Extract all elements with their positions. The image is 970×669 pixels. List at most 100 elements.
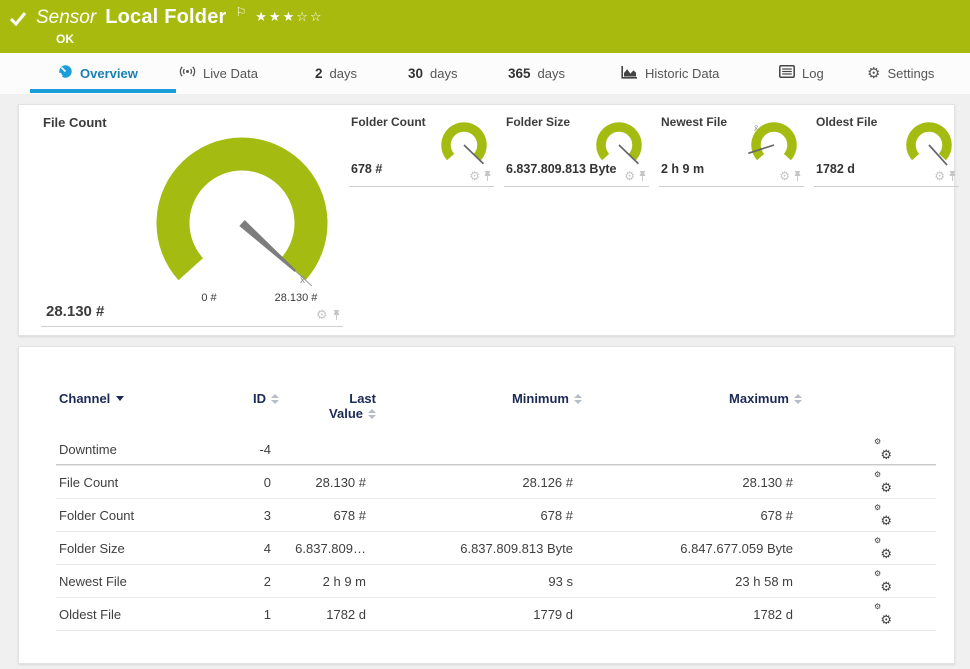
tab-2-days-number: 2: [315, 65, 323, 81]
channel-id: 4: [263, 541, 271, 556]
primary-gauge-value: 28.130 #: [46, 303, 105, 320]
page-title: Local Folder: [105, 6, 227, 28]
pin-icon[interactable]: [332, 309, 341, 321]
log-list-icon: [779, 65, 795, 81]
sort-icon: [794, 393, 802, 404]
pin-icon[interactable]: [793, 170, 802, 182]
mini-gauge-value: 1782 d: [816, 162, 855, 176]
table-row-folder-size[interactable]: Folder Size 4 6.837.809… 6.837.809.813 B…: [19, 532, 956, 565]
newest-file-gauge: [748, 122, 797, 161]
gauge-scale-max: 28.130 #: [274, 292, 318, 304]
table-body: Downtime -4 ⚙ ⚙ File Count 0 28.130 # 28.…: [19, 433, 956, 631]
tab-overview[interactable]: Overview: [58, 53, 138, 93]
mini-gauge-value: 2 h 9 m: [661, 162, 705, 176]
maximum-value: 1782 d: [753, 607, 793, 622]
channel-settings-icon[interactable]: ⚙ ⚙: [874, 470, 892, 495]
table-row-newest-file[interactable]: Newest File 2 2 h 9 m 93 s 23 h 58 m ⚙ ⚙: [19, 565, 956, 598]
minimum-value: 28.126 #: [522, 475, 573, 490]
divider: [659, 186, 804, 187]
pin-icon[interactable]: [948, 170, 957, 182]
gauge-settings-gear-icon[interactable]: ⚙: [469, 169, 480, 183]
minimum-value: 6.837.809.813 Byte: [460, 541, 573, 556]
divider: [349, 186, 494, 187]
gauge-icon: [58, 64, 73, 82]
channel-settings-icon[interactable]: ⚙ ⚙: [874, 437, 892, 462]
channel-name[interactable]: Folder Size: [59, 532, 125, 565]
tab-log[interactable]: Log: [779, 53, 824, 93]
channel-settings-icon[interactable]: ⚙ ⚙: [874, 569, 892, 594]
tab-2-days[interactable]: 2 days: [315, 53, 357, 93]
sort-desc-icon: [116, 396, 125, 401]
maximum-value: 23 h 58 m: [735, 574, 793, 589]
tab-log-label: Log: [802, 65, 824, 81]
last-value: 1782 d: [326, 607, 366, 622]
minimum-value: 1779 d: [533, 607, 573, 622]
last-value: 6.837.809…: [295, 541, 366, 556]
divider: [814, 186, 959, 187]
tab-settings[interactable]: ⚙ Settings: [867, 53, 934, 93]
flag-icon[interactable]: ⚐: [236, 5, 247, 19]
channels-table-panel: Channel ID Last Value Minimum Maximum Do…: [18, 346, 955, 664]
minimum-value: 678 #: [540, 508, 573, 523]
channel-name[interactable]: Folder Count: [59, 499, 134, 532]
table-row-downtime[interactable]: Downtime -4 ⚙ ⚙: [19, 433, 956, 466]
column-header-last-value[interactable]: Last Value: [329, 391, 376, 421]
channel-name[interactable]: Oldest File: [59, 598, 121, 631]
tab-365-days-label: days: [537, 65, 565, 81]
column-header-minimum[interactable]: Minimum: [512, 391, 582, 406]
channel-id: 3: [263, 508, 271, 523]
tab-30-days[interactable]: 30 days: [408, 53, 458, 93]
priority-stars[interactable]: ★★★☆☆: [255, 9, 323, 25]
folder-count-gauge: [441, 122, 487, 165]
maximum-value: 678 #: [760, 508, 793, 523]
pin-icon[interactable]: [638, 170, 647, 182]
sort-icon: [368, 408, 376, 419]
channel-settings-icon[interactable]: ⚙ ⚙: [874, 536, 892, 561]
tab-historic-data-label: Historic Data: [645, 65, 720, 81]
channel-name[interactable]: File Count: [59, 466, 118, 499]
divider: [504, 186, 649, 187]
tab-365-days-number: 365: [508, 65, 531, 81]
mini-gauge-value: 6.837.809.813 Byte: [506, 162, 617, 176]
tab-live-data-label: Live Data: [203, 65, 258, 81]
maximum-value: 6.847.677.059 Byte: [680, 541, 793, 556]
gauge-scale-min: 0 #: [201, 292, 217, 304]
channel-name[interactable]: Downtime: [59, 433, 117, 466]
table-row-folder-count[interactable]: Folder Count 3 678 # 678 # 678 # ⚙ ⚙: [19, 499, 956, 532]
mean-marker: x̄: [300, 275, 305, 286]
mini-gauge-newest-file: Newest File x̄ 2 h 9 m ⚙: [656, 113, 804, 187]
active-tab-underline: [30, 89, 176, 93]
table-row-file-count[interactable]: File Count 0 28.130 # 28.126 # 28.130 # …: [19, 466, 956, 499]
channel-settings-icon[interactable]: ⚙ ⚙: [874, 602, 892, 627]
column-header-id[interactable]: ID: [253, 391, 279, 406]
tab-historic-data[interactable]: Historic Data: [621, 53, 719, 93]
gauge-settings-gear-icon[interactable]: ⚙: [934, 169, 945, 183]
gauge-settings-gear-icon[interactable]: ⚙: [624, 169, 635, 183]
mini-gauge-oldest-file: Oldest File 1782 d ⚙: [811, 113, 959, 187]
sensor-overview-page: Sensor Local Folder ⚐ ★★★☆☆ OK Overview: [0, 0, 970, 669]
table-row-oldest-file[interactable]: Oldest File 1 1782 d 1779 d 1782 d ⚙ ⚙: [19, 598, 956, 631]
last-value: 678 #: [333, 508, 366, 523]
gauge-settings-gear-icon[interactable]: ⚙: [316, 307, 328, 323]
gauge-settings-gear-icon[interactable]: ⚙: [779, 169, 790, 183]
channel-name[interactable]: Newest File: [59, 565, 127, 598]
sensor-type-label: Sensor: [36, 7, 97, 28]
mini-gauge-title: Oldest File: [816, 115, 878, 129]
maximum-value: 28.130 #: [742, 475, 793, 490]
sort-icon: [574, 393, 582, 404]
channel-settings-icon[interactable]: ⚙ ⚙: [874, 503, 892, 528]
sensor-header: Sensor Local Folder ⚐ ★★★☆☆ OK: [0, 0, 970, 53]
oldest-file-gauge: [906, 122, 952, 166]
channel-id: 0: [263, 475, 271, 490]
tab-2-days-label: days: [329, 65, 357, 81]
column-header-channel[interactable]: Channel: [59, 391, 125, 406]
column-header-maximum[interactable]: Maximum: [729, 391, 802, 406]
tab-live-data[interactable]: Live Data: [179, 53, 258, 93]
minimum-value: 93 s: [548, 574, 573, 589]
status-badge: OK: [56, 32, 74, 46]
table-header-row: Channel ID Last Value Minimum Maximum: [19, 385, 956, 465]
tab-365-days[interactable]: 365 days: [508, 53, 565, 93]
tab-overview-label: Overview: [80, 65, 138, 81]
pin-icon[interactable]: [483, 170, 492, 182]
status-ok-check-icon: [9, 11, 27, 32]
